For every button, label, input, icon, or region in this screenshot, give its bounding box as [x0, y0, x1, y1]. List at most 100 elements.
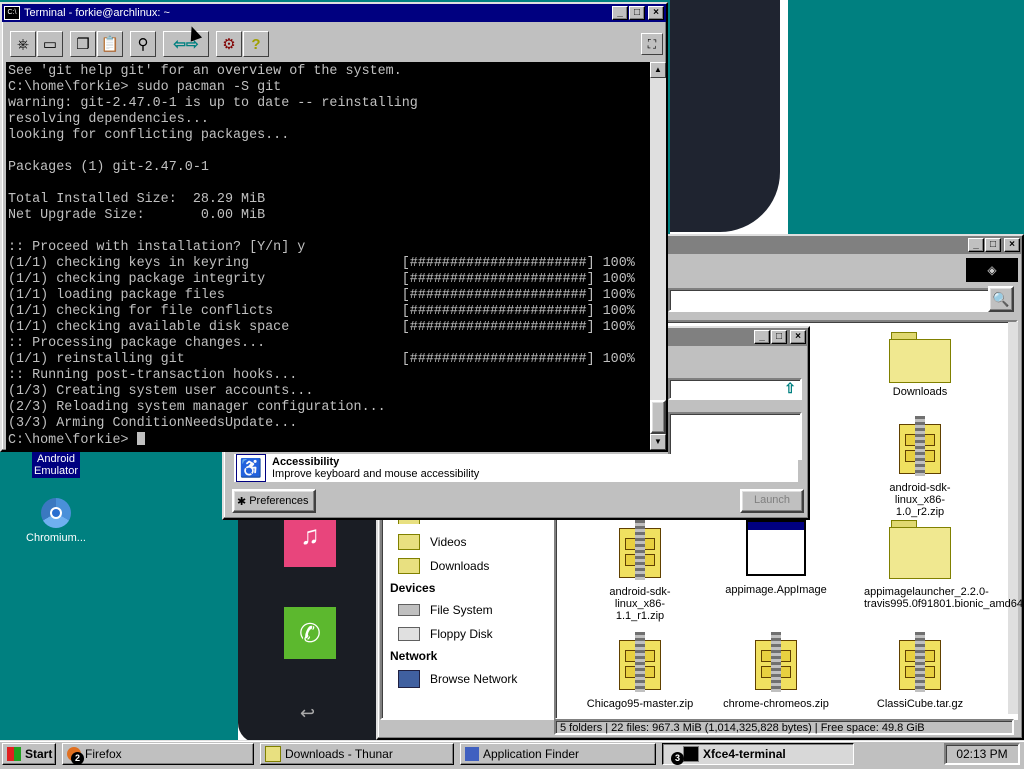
desktop-icon-chromium[interactable]: Chromium... [16, 498, 96, 544]
folder-icon [398, 534, 420, 550]
network-icon [398, 670, 420, 688]
terminal-line: (1/3) Creating system user accounts... [8, 384, 314, 399]
sidebar-header-devices: Devices [390, 581, 436, 595]
launch-button[interactable]: Launch [740, 489, 804, 513]
tools-icon: ✱ [237, 495, 247, 508]
paste-button[interactable]: 📋 [97, 31, 123, 57]
file-scrollbar[interactable] [1008, 322, 1018, 714]
navigate-button[interactable]: ⇦⇨ [163, 31, 209, 57]
terminal-icon: C:\ [4, 6, 20, 20]
preferences-tool-button[interactable]: ⚙ [216, 31, 242, 57]
binoculars-icon: ⚲ [137, 36, 149, 53]
task-thunar[interactable]: Downloads - Thunar [260, 743, 454, 765]
terminal-line: Packages (1) git-2.47.0-1 [8, 160, 209, 175]
drive-icon [398, 604, 420, 616]
wallpaper-phone-bottom: ♫ ✆ ↩ [238, 515, 383, 743]
app-list-item-accessibility[interactable]: ♿ Accessibility Improve keyboard and mou… [234, 454, 798, 482]
preferences-button[interactable]: ✱ Preferences [232, 489, 316, 513]
new-tab-icon: ⎈ [16, 35, 29, 53]
window-title: Terminal - forkie@archlinux: ~ [24, 7, 170, 19]
terminal-line: looking for conflicting packages... [8, 128, 290, 143]
search-icon: 🔍 [992, 291, 1010, 307]
terminal-line: (1/1) checking available disk space [###… [8, 320, 635, 335]
maximize-button[interactable]: □ [985, 238, 1001, 252]
folder-icon [889, 332, 951, 383]
task-firefox[interactable]: Firefox [62, 743, 254, 765]
terminal-line: C:\home\forkie> [8, 432, 650, 448]
find-button[interactable]: ⚲ [130, 31, 156, 57]
cursor [136, 432, 145, 445]
start-button[interactable]: Start [2, 743, 56, 765]
minimize-button[interactable]: _ [968, 238, 984, 252]
scroll-thumb[interactable] [650, 400, 666, 434]
minimize-button[interactable]: _ [754, 330, 770, 344]
sidebar-item-file-system[interactable]: File System [398, 603, 493, 617]
terminal-line: (1/1) loading package files [###########… [8, 288, 635, 303]
terminal-titlebar[interactable]: C:\ Terminal - forkie@archlinux: ~ _ □ × [2, 4, 666, 22]
terminal-window-count-badge: 3 [671, 752, 684, 765]
file-item[interactable]: appimagelauncher_2.2.0-travis995.0f91801… [860, 520, 1024, 610]
terminal-output[interactable]: See 'git help git' for an overview of th… [6, 62, 650, 450]
new-window-button[interactable]: ▭ [37, 31, 63, 57]
paste-icon: 📋 [100, 36, 120, 53]
thunar-statusbar: 5 folders | 22 files: 967.3 MiB (1,014,3… [554, 719, 1014, 735]
file-item[interactable]: Chicago95-master.zip [580, 632, 700, 710]
minimize-button[interactable]: _ [612, 6, 628, 20]
terminal-line: resolving dependencies... [8, 112, 209, 127]
chromium-icon [41, 498, 71, 528]
terminal-line: (1/1) checking for file conflicts [#####… [8, 304, 635, 319]
package-icon [889, 520, 951, 582]
desktop-icon-android-emulator[interactable]: Android Emulator [22, 452, 90, 478]
close-button[interactable]: × [790, 330, 806, 344]
fullscreen-icon: ⛶ [647, 36, 657, 51]
app-search-input[interactable]: ⇧ [668, 378, 802, 400]
sidebar-item-floppy[interactable]: Floppy Disk [398, 627, 493, 641]
location-bar[interactable] [668, 288, 990, 312]
fullscreen-button[interactable]: ⛶ [641, 33, 663, 55]
terminal-line: warning: git-2.47.0-1 is up to date -- r… [8, 96, 418, 111]
close-button[interactable]: × [648, 6, 664, 20]
floppy-icon [398, 627, 420, 641]
close-button[interactable]: × [1004, 238, 1020, 252]
terminal-window: C:\ Terminal - forkie@archlinux: ~ _ □ ×… [0, 2, 668, 452]
maximize-button[interactable]: □ [629, 6, 645, 20]
folder-icon [265, 746, 281, 762]
file-item[interactable]: Downloads [860, 332, 980, 398]
file-item[interactable]: android-sdk-linux_x86-1.1_r1.zip [580, 520, 700, 622]
copy-button[interactable]: ❐ [70, 31, 96, 57]
throbber: ◈ [966, 258, 1018, 282]
task-app-finder[interactable]: Application Finder [460, 743, 656, 765]
terminal-line: (1/1) checking keys in keyring [########… [8, 256, 635, 271]
scroll-up-button[interactable]: ▲ [650, 62, 666, 78]
help-button[interactable]: ? [243, 31, 269, 57]
terminal-scrollbar[interactable]: ▲ ▼ [650, 62, 666, 450]
terminal-line: :: Processing package changes... [8, 336, 266, 351]
archive-icon [615, 520, 665, 582]
sidebar-header-network: Network [390, 649, 438, 663]
scroll-down-button[interactable]: ▼ [650, 434, 666, 450]
app-item-description: Improve keyboard and mouse accessibility [272, 468, 480, 480]
search-button[interactable]: 🔍 [988, 286, 1014, 312]
clock[interactable]: 02:13 PM [944, 743, 1020, 765]
sidebar-item-videos[interactable]: Videos [398, 534, 466, 550]
file-item[interactable]: android-sdk-linux_x86-1.0_r2.zip [860, 416, 980, 518]
terminal-line: (1/1) reinstalling git [################… [8, 352, 635, 367]
maximize-button[interactable]: □ [771, 330, 787, 344]
terminal-line: (2/3) Reloading system manager configura… [8, 400, 386, 415]
settings-icon: ⚙ [222, 36, 236, 53]
appimage-icon [746, 520, 806, 576]
sidebar-item-browse-network[interactable]: Browse Network [398, 670, 517, 688]
firefox-window-count-badge: 2 [71, 752, 84, 765]
file-item[interactable]: chrome-chromeos.zip [716, 632, 836, 710]
task-terminal[interactable]: Xfce4-terminal [662, 743, 854, 765]
file-item[interactable]: ClassiCube.tar.gz [860, 632, 980, 710]
archive-icon [751, 632, 801, 694]
sidebar-item-downloads[interactable]: Downloads [398, 558, 489, 574]
window-icon: ▭ [42, 36, 58, 53]
file-item[interactable]: appimage.AppImage [716, 520, 836, 596]
new-tab-button[interactable]: ⎈ [10, 31, 36, 57]
terminal-line: :: Running post-transaction hooks... [8, 368, 298, 383]
